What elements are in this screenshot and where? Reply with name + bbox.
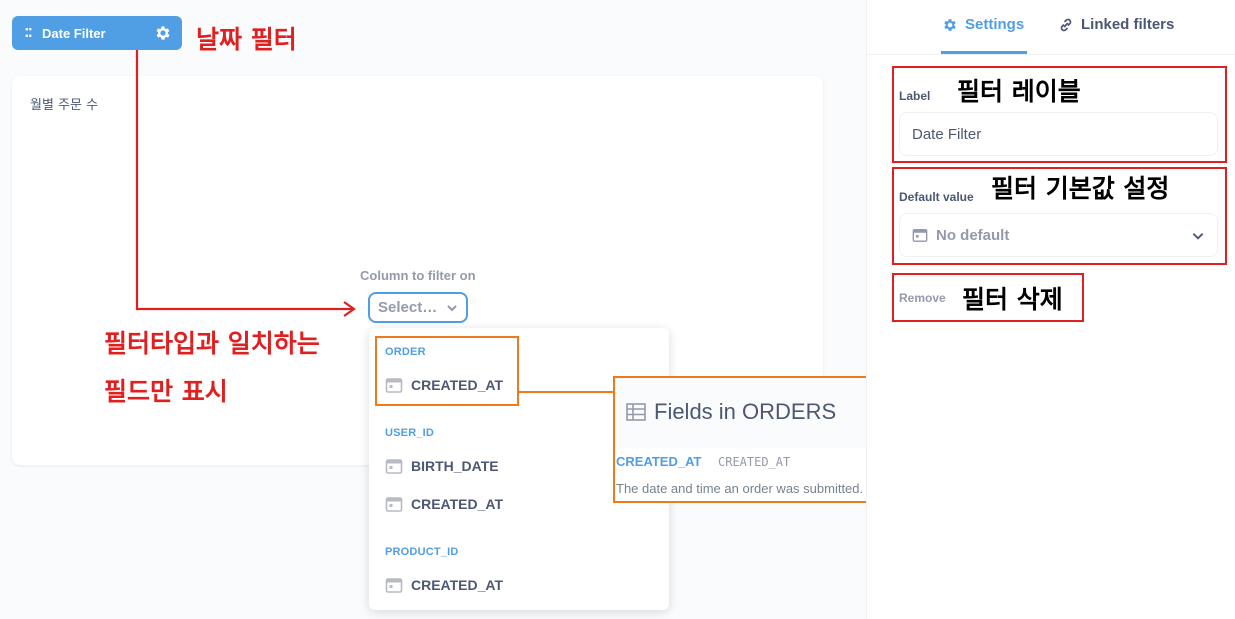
sidebar-tabs: Settings Linked filters <box>867 0 1235 55</box>
annotation-date-filter: 날짜 필터 <box>196 25 297 54</box>
dashboard-canvas: ⁚⁚ Date Filter 월별 주문 수 Column to filter … <box>0 0 1169 619</box>
annotation-matching-fields-1: 필터타입과 일치하는 <box>104 329 320 358</box>
tab-settings-label: Settings <box>965 16 1025 33</box>
annotation-filter-delete: 필터 삭제 <box>962 285 1063 314</box>
annotation-arrow <box>135 50 614 393</box>
tab-linked-filters[interactable]: Linked filters <box>1058 16 1174 33</box>
annotation-box-order-field <box>375 336 519 406</box>
link-icon <box>1058 17 1074 33</box>
annotation-matching-fields-2: 필드만 표시 <box>104 377 228 406</box>
annotation-filter-label: 필터 레이블 <box>957 77 1081 106</box>
annotation-filter-default: 필터 기본값 설정 <box>991 174 1170 203</box>
gear-icon <box>942 17 958 33</box>
tab-settings[interactable]: Settings <box>942 16 1024 33</box>
tab-linked-filters-label: Linked filters <box>1081 16 1175 33</box>
active-tab-indicator <box>941 51 1027 54</box>
